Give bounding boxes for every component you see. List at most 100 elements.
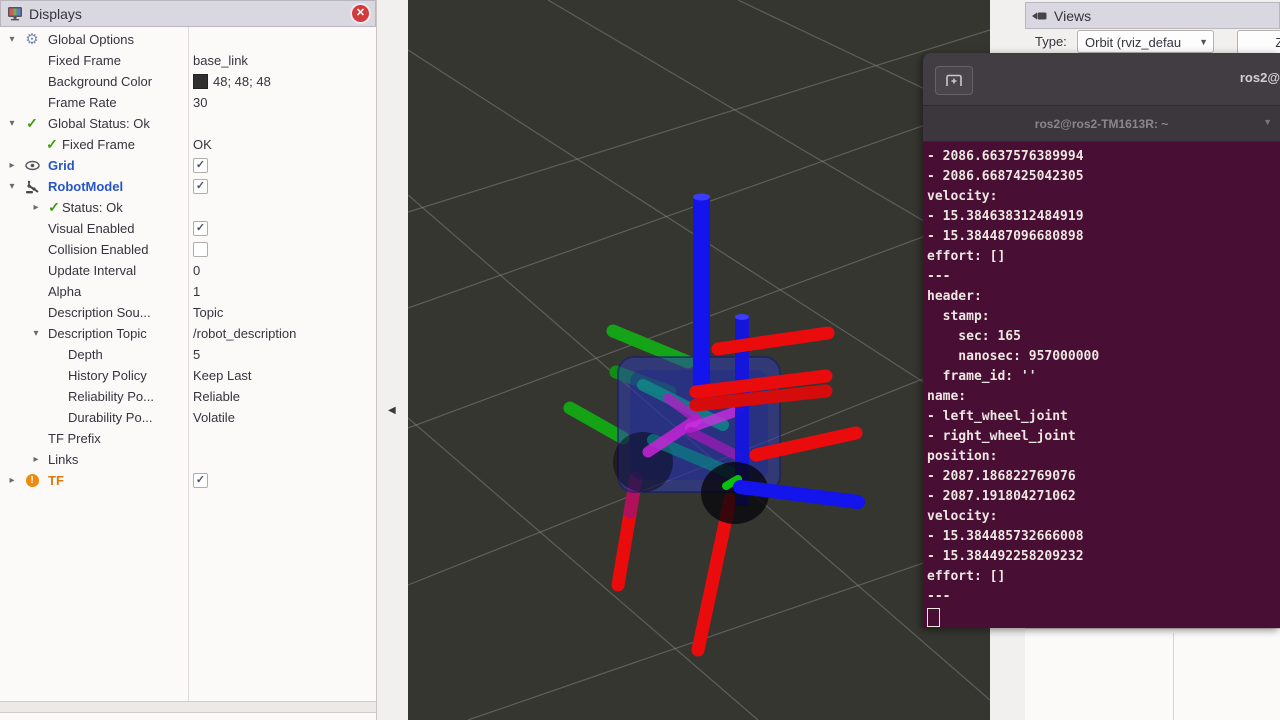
zero-button[interactable]: Ze [1237,30,1280,55]
tree-row[interactable]: ▾⚙Global Options [0,29,376,50]
property-value[interactable]: Keep Last [193,365,252,386]
expander-open-icon[interactable]: ▾ [6,176,18,197]
new-tab-button[interactable] [935,66,973,95]
expander-closed-icon[interactable]: ▸ [30,449,42,470]
property-value[interactable]: 48; 48; 48 [193,71,271,92]
property-label: Description Sou... [48,302,151,323]
tree-row[interactable]: ✓Fixed FrameOK [0,134,376,155]
terminal-line: stamp: [927,307,1280,327]
terminal-line: - 15.384487096680898 [927,227,1280,247]
property-value[interactable]: 1 [193,281,200,302]
property-value[interactable]: 0 [193,260,200,281]
property-value[interactable]: ✓ [193,176,208,197]
expander-closed-icon[interactable]: ▸ [30,197,42,218]
displays-panel: Displays ✕ ▾⚙Global OptionsFixed Frameba… [0,0,377,720]
tree-row[interactable]: Fixed Framebase_link [0,50,376,71]
property-value[interactable]: ✓ [193,470,208,491]
dock-splitter-left[interactable]: ◀ [377,0,408,720]
checkbox-checked[interactable]: ✓ [193,473,208,488]
tab-chevron-down-icon[interactable]: ▼ [1263,117,1272,127]
property-label: Depth [68,344,103,365]
property-label: Reliability Po... [68,386,154,407]
property-value[interactable]: OK [193,134,212,155]
close-icon[interactable]: ✕ [352,5,369,22]
tree-row[interactable]: Durability Po... Volatile [0,407,376,428]
terminal-output[interactable]: - 2086.6637576389994- 2086.6687425042305… [923,142,1280,628]
terminal-line: frame_id: '' [927,367,1280,387]
terminal-line: effort: [] [927,247,1280,267]
type-label: Type: [1035,34,1067,49]
property-label: Grid [48,155,75,176]
terminal-line: name: [927,387,1280,407]
terminal-window-title: ros2@ [1240,70,1280,85]
views-panel-title: Views [1054,8,1091,24]
tree-row[interactable]: Collision Enabled [0,239,376,260]
tree-row[interactable]: Frame Rate30 [0,92,376,113]
horizontal-splitter[interactable] [0,701,376,713]
view-type-dropdown[interactable]: Orbit (rviz_defau ▼ [1077,30,1214,53]
terminal-tab[interactable]: ros2@ros2-TM1613R: ~ [1035,117,1168,131]
terminal-line: effort: [] [927,567,1280,587]
tree-row[interactable]: Visual Enabled✓ [0,218,376,239]
tree-row[interactable]: ▸✓Status: Ok [0,197,376,218]
check-icon: ✓ [44,134,60,155]
expander-closed-icon[interactable]: ▸ [6,155,18,176]
tree-row[interactable]: Depth 5 [0,344,376,365]
tree-row[interactable]: ▸!TF✓ [0,470,376,491]
checkbox-unchecked[interactable] [193,242,208,257]
expander-open-icon[interactable]: ▾ [30,323,42,344]
tree-row[interactable]: Alpha 1 [0,281,376,302]
terminal-line: velocity: [927,187,1280,207]
expander-open-icon[interactable]: ▾ [6,29,18,50]
tree-row[interactable]: ▾Description Topic/robot_description [0,323,376,344]
tree-row[interactable]: Background Color48; 48; 48 [0,71,376,92]
checkbox-checked[interactable]: ✓ [193,179,208,194]
property-value[interactable]: Topic [193,302,223,323]
property-value[interactable]: Reliable [193,386,240,407]
terminal-line: - 15.384485732666008 [927,527,1280,547]
tree-row[interactable]: History PolicyKeep Last [0,365,376,386]
displays-panel-icon [7,3,23,24]
tree-row[interactable]: TF Prefix [0,428,376,449]
views-list-divider [1173,633,1174,720]
view-type-value: Orbit (rviz_defau [1085,35,1181,50]
displays-panel-title: Displays [29,6,82,22]
property-value[interactable]: 30 [193,92,207,113]
views-type-row: Type: Orbit (rviz_defau ▼ Ze [1025,29,1280,55]
eye-icon [24,155,40,176]
tree-row[interactable]: ▾✓Global Status: Ok [0,113,376,134]
property-value[interactable] [193,239,208,260]
property-value[interactable]: 5 [193,344,200,365]
property-value[interactable]: ✓ [193,155,208,176]
property-value[interactable]: base_link [193,50,248,71]
warning-icon: ! [24,470,40,491]
expander-open-icon[interactable]: ▾ [6,113,18,134]
check-icon: ✓ [24,113,40,134]
collapse-arrow-icon[interactable]: ◀ [388,405,396,416]
displays-titlebar[interactable]: Displays ✕ [0,0,376,27]
tree-row[interactable]: Update Interval0 [0,260,376,281]
checkbox-checked[interactable]: ✓ [193,158,208,173]
tree-row[interactable]: ▸ Links [0,449,376,470]
property-value[interactable]: ✓ [193,218,208,239]
property-label: Links [48,449,78,470]
terminal-window[interactable]: ros2@ ros2@ros2-TM1613R: ~ ▼ - 2086.6637… [923,53,1280,628]
tree-row[interactable]: ▾RobotModel✓ [0,176,376,197]
3d-viewport[interactable] [408,0,990,720]
terminal-line: - right_wheel_joint [927,427,1280,447]
views-titlebar[interactable]: Views [1025,2,1280,29]
property-label: Durability Po... [68,407,153,428]
property-value[interactable]: /robot_description [193,323,296,344]
property-value[interactable]: Volatile [193,407,235,428]
terminal-titlebar[interactable]: ros2@ [923,53,1280,106]
property-label: Alpha [48,281,81,302]
chevron-down-icon: ▼ [1199,31,1208,53]
views-list-area[interactable] [1025,628,1280,720]
tree-row[interactable]: Reliability Po... Reliable [0,386,376,407]
gear-icon: ⚙ [24,29,40,50]
tree-row[interactable]: ▸ Grid ✓ [0,155,376,176]
checkbox-checked[interactable]: ✓ [193,221,208,236]
expander-closed-icon[interactable]: ▸ [6,470,18,491]
terminal-line: velocity: [927,507,1280,527]
tree-row[interactable]: Description Sou... Topic [0,302,376,323]
